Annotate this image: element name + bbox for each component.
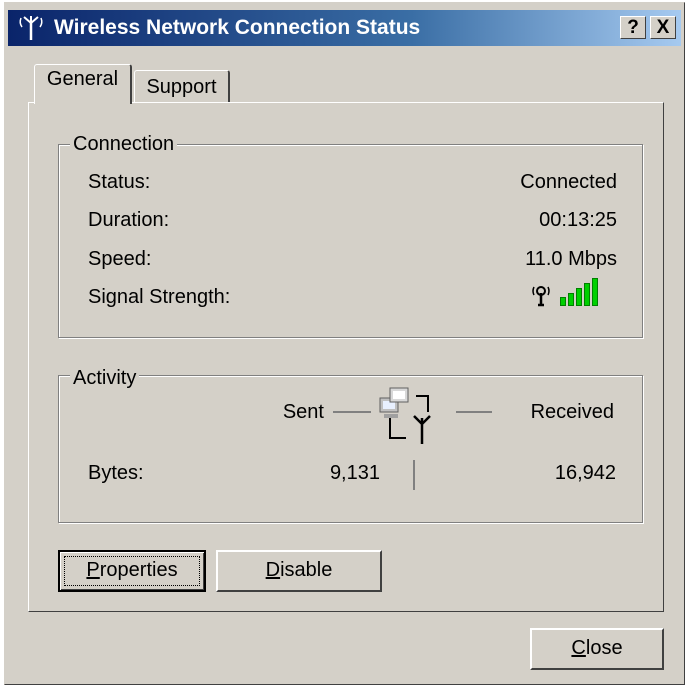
tab-support-label: Support [146,76,217,98]
close-button[interactable]: Close [530,628,664,670]
connection-legend: Connection [70,132,178,156]
sent-line [333,411,371,413]
status-label: Status: [88,171,151,193]
activity-group [58,375,643,523]
window-title: Wireless Network Connection Status [54,16,421,39]
signal-strength-label: Signal Strength: [88,286,231,308]
signal-bar [568,293,574,306]
signal-bar [576,288,582,306]
status-value: Connected [520,171,617,193]
bytes-received-value: 16,942 [554,462,616,484]
tab-support[interactable]: Support [134,70,230,102]
tab-general[interactable]: General [34,64,132,104]
network-activity-icon [379,387,431,444]
title-bar[interactable]: Wireless Network Connection Status ? X [8,10,681,46]
speed-value: 11.0 Mbps [525,248,617,270]
signal-bar [592,278,598,306]
focus-rect [64,556,200,586]
tab-general-label: General [46,68,119,90]
disable-label: isable [280,559,333,581]
signal-bar [560,297,566,306]
properties-button[interactable]: Properties [58,550,206,592]
activity-divider [413,460,415,490]
activity-legend: Activity [70,366,140,390]
bytes-label: Bytes: [88,462,144,484]
received-label: Received [530,401,614,423]
bytes-sent-value: 9,131 [329,462,380,484]
sent-label: Sent [282,401,324,423]
received-line [456,411,492,413]
duration-value: 00:13:25 [539,209,617,231]
signal-strength-bars [560,278,598,306]
duration-label: Duration: [88,209,170,231]
antenna-icon [19,16,43,40]
close-mnemonic: C [571,637,586,659]
help-button[interactable]: ? [620,16,646,39]
signal-bar [584,283,590,306]
disable-button[interactable]: Disable [216,550,382,592]
close-label: lose [585,637,623,659]
disable-mnemonic: D [265,559,281,581]
antenna-icon [532,286,550,307]
speed-label: Speed: [88,248,152,270]
close-x-button[interactable]: X [650,16,676,39]
